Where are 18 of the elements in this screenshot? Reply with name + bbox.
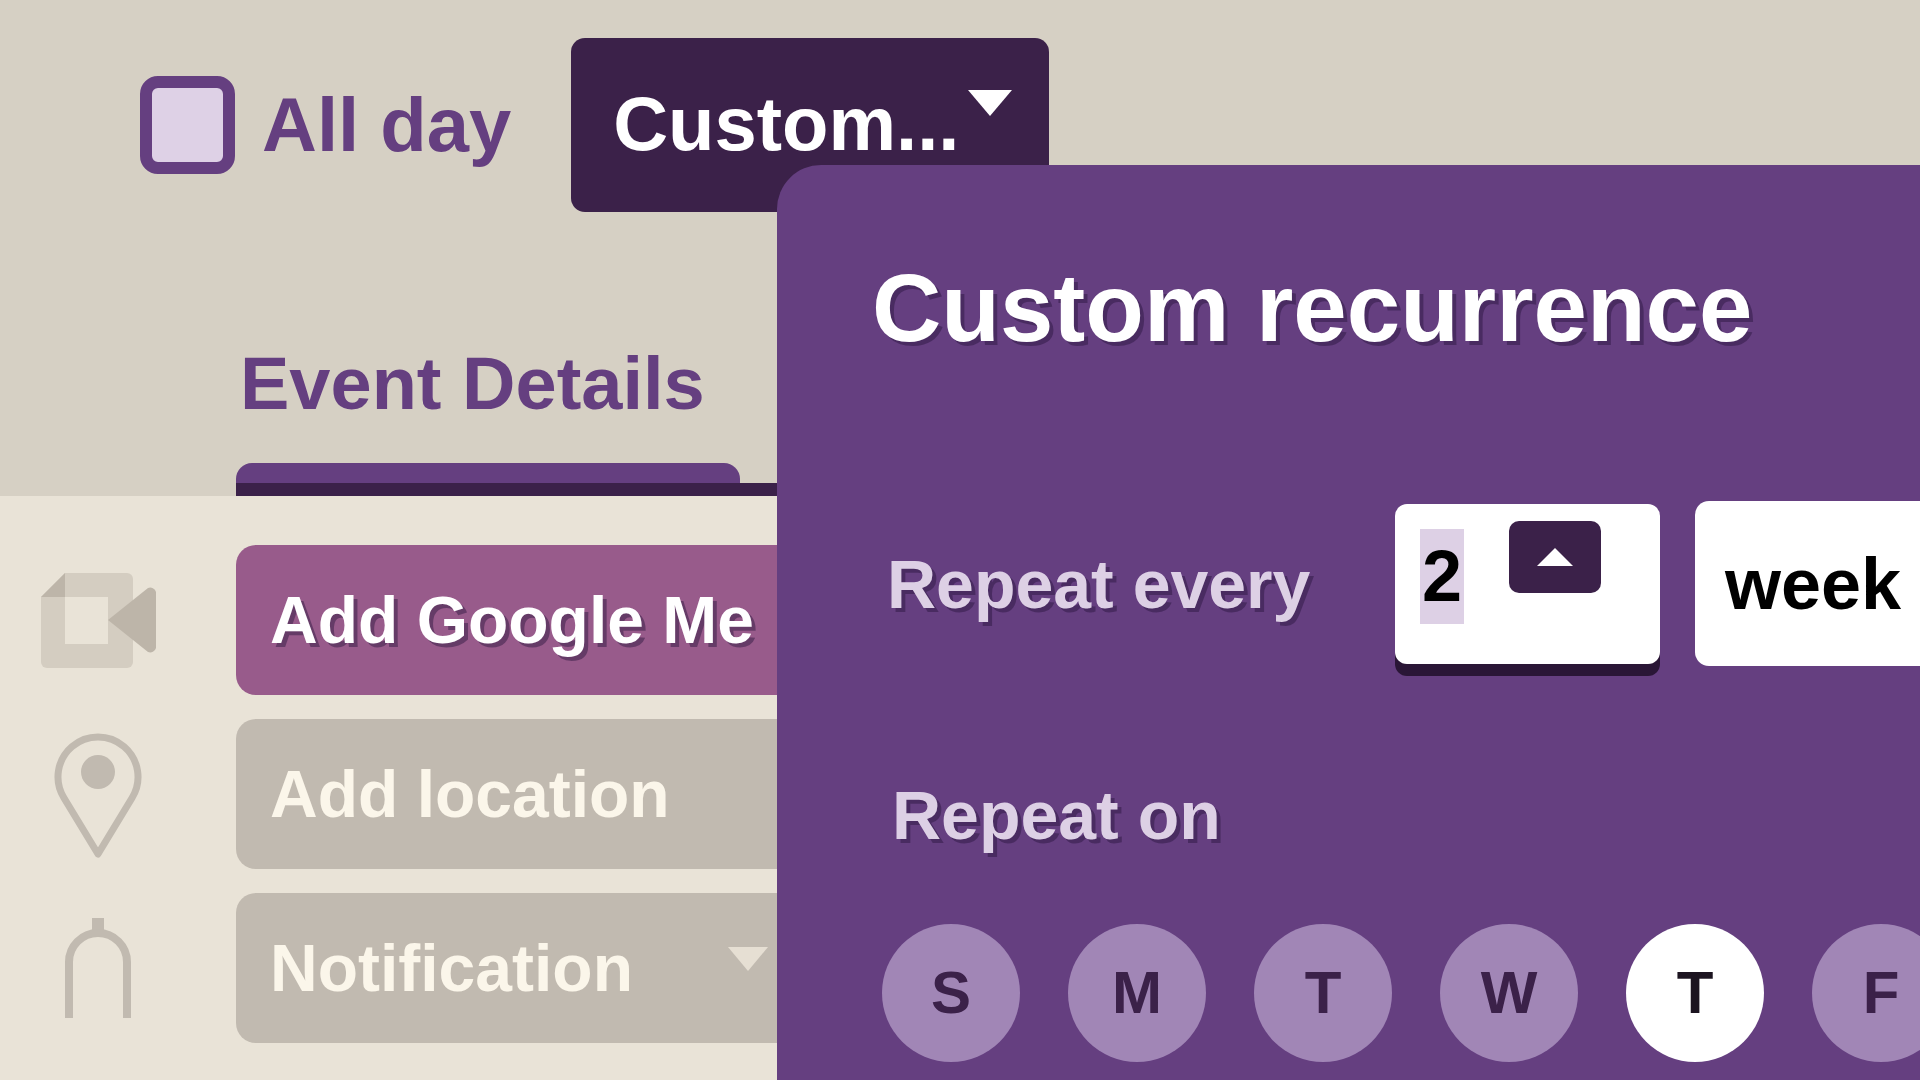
weekday-toggle[interactable]: M	[1068, 924, 1206, 1062]
dialog-title: Custom recurrence	[872, 260, 1754, 356]
caret-down-icon	[726, 945, 770, 973]
weekday-toggle[interactable]: W	[1440, 924, 1578, 1062]
event-details-tab[interactable]: Event Details	[236, 347, 740, 483]
location-pin-icon	[54, 730, 142, 858]
weekday-toggle[interactable]: T	[1626, 924, 1764, 1062]
caret-down-icon	[966, 88, 1015, 118]
caret-up-icon	[1535, 545, 1576, 568]
all-day-checkbox[interactable]	[140, 76, 235, 174]
weekday-toggle[interactable]: S	[882, 924, 1020, 1062]
interval-unit-dropdown[interactable]: week	[1695, 501, 1920, 666]
interval-value: 2	[1420, 528, 1465, 624]
weekday-toggle[interactable]: T	[1254, 924, 1392, 1062]
bell-icon	[63, 918, 133, 1018]
video-camera-icon	[40, 572, 156, 668]
weekday-toggle[interactable]: F	[1812, 924, 1920, 1062]
increment-button[interactable]	[1509, 520, 1602, 593]
